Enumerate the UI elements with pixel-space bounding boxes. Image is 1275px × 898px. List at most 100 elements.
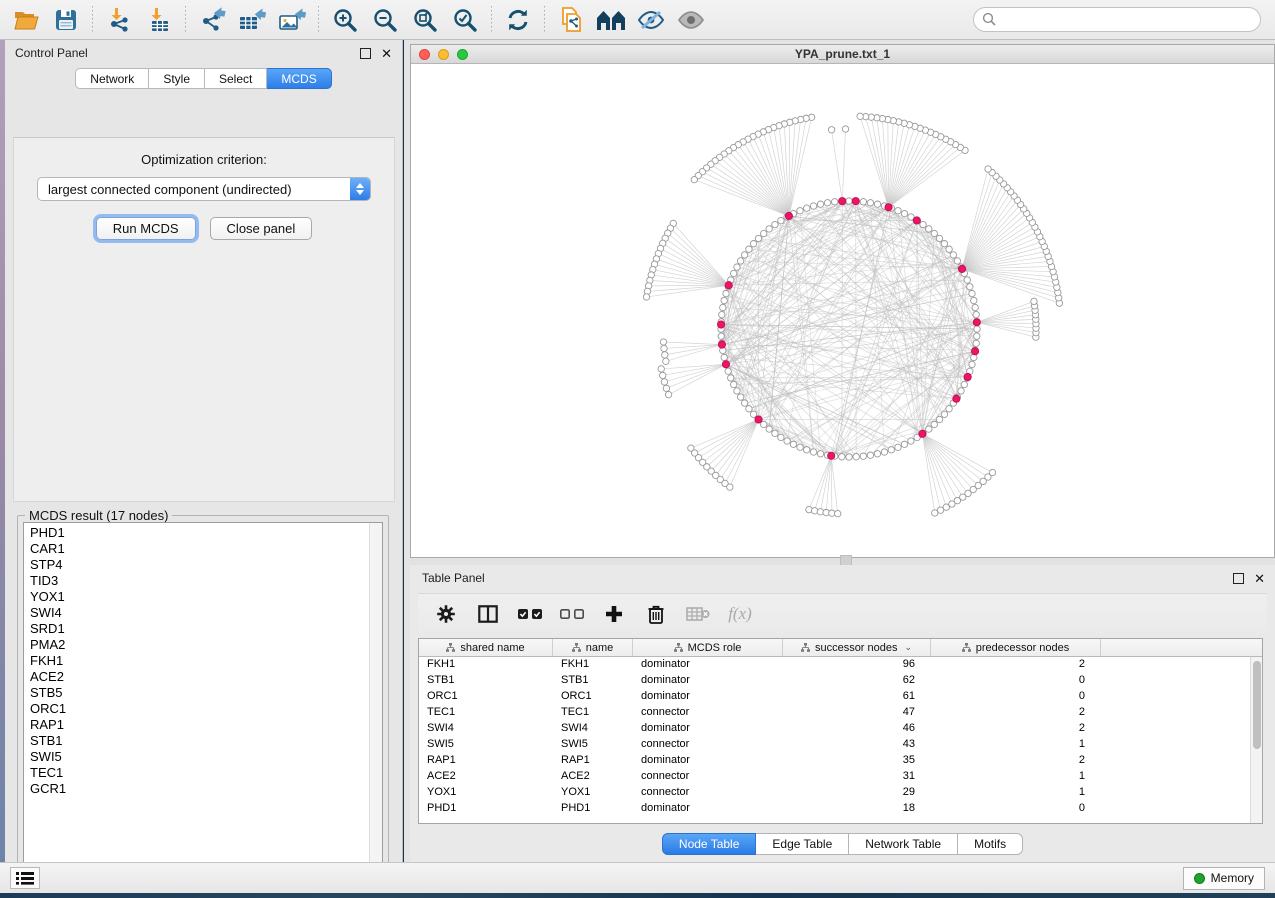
table-cell[interactable]: ACE2: [553, 769, 633, 785]
delete-table-button[interactable]: [684, 600, 712, 628]
tab-style[interactable]: Style: [149, 68, 205, 89]
horizontal-splitter[interactable]: [410, 558, 1275, 565]
table-cell[interactable]: TEC1: [419, 705, 553, 721]
mcds-result-item[interactable]: TID3: [30, 573, 369, 589]
mcds-result-item[interactable]: FKH1: [30, 653, 369, 669]
table-cell[interactable]: SWI5: [553, 737, 633, 753]
table-cell[interactable]: connector: [633, 785, 783, 801]
window-close-light[interactable]: [419, 49, 430, 60]
table-row[interactable]: ACE2ACE2connector311: [419, 769, 1262, 785]
table-cell[interactable]: FKH1: [553, 657, 633, 673]
table-cell[interactable]: YOX1: [419, 785, 553, 801]
table-cell[interactable]: 2: [931, 705, 1101, 721]
table-cell[interactable]: STB1: [419, 673, 553, 689]
table-cell[interactable]: 35: [783, 753, 931, 769]
table-cell[interactable]: connector: [633, 705, 783, 721]
column-header-shared-name[interactable]: shared name: [419, 639, 553, 656]
save-session-button[interactable]: [46, 3, 86, 37]
table-cell[interactable]: 1: [931, 785, 1101, 801]
network-window-titlebar[interactable]: YPA_prune.txt_1: [411, 45, 1274, 64]
zoom-out-button[interactable]: [365, 3, 405, 37]
table-cell[interactable]: STB1: [553, 673, 633, 689]
table-cell[interactable]: dominator: [633, 657, 783, 673]
add-column-button[interactable]: [600, 600, 628, 628]
table-cell[interactable]: 0: [931, 689, 1101, 705]
mcds-result-item[interactable]: TEC1: [30, 765, 369, 781]
show-all-button[interactable]: [671, 3, 711, 37]
table-cell[interactable]: SWI4: [553, 721, 633, 737]
mcds-result-item[interactable]: PHD1: [30, 525, 369, 541]
close-table-panel-icon[interactable]: ✕: [1254, 573, 1265, 584]
table-row[interactable]: STB1STB1dominator620: [419, 673, 1262, 689]
table-cell[interactable]: dominator: [633, 721, 783, 737]
table-cell[interactable]: 62: [783, 673, 931, 689]
mcds-result-item[interactable]: SRD1: [30, 621, 369, 637]
table-cell[interactable]: 2: [931, 753, 1101, 769]
mcds-result-item[interactable]: GCR1: [30, 781, 369, 797]
mcds-result-item[interactable]: RAP1: [30, 717, 369, 733]
table-cell[interactable]: ORC1: [553, 689, 633, 705]
table-row[interactable]: PHD1PHD1dominator180: [419, 801, 1262, 817]
table-cell[interactable]: dominator: [633, 801, 783, 817]
table-cell[interactable]: dominator: [633, 673, 783, 689]
first-neighbors-button[interactable]: [591, 3, 631, 37]
mcds-list-scrollbar[interactable]: [369, 523, 382, 871]
table-cell[interactable]: PHD1: [553, 801, 633, 817]
table-cell[interactable]: YOX1: [553, 785, 633, 801]
table-cell[interactable]: 61: [783, 689, 931, 705]
hide-selected-button[interactable]: [631, 3, 671, 37]
mcds-result-item[interactable]: SWI4: [30, 605, 369, 621]
delete-column-button[interactable]: [642, 600, 670, 628]
table-cell[interactable]: 96: [783, 657, 931, 673]
table-row[interactable]: ORC1ORC1dominator610: [419, 689, 1262, 705]
mcds-result-item[interactable]: STP4: [30, 557, 369, 573]
deselect-all-checks-button[interactable]: [558, 600, 586, 628]
select-all-checks-button[interactable]: [516, 600, 544, 628]
tab-node-table[interactable]: Node Table: [662, 833, 757, 855]
table-cell[interactable]: connector: [633, 769, 783, 785]
task-history-button[interactable]: [10, 867, 40, 889]
mcds-result-item[interactable]: ACE2: [30, 669, 369, 685]
table-cell[interactable]: ORC1: [419, 689, 553, 705]
close-panel-button[interactable]: Close panel: [210, 217, 313, 240]
table-scrollbar-thumb[interactable]: [1253, 661, 1261, 749]
column-header-successor-nodes[interactable]: successor nodes⌄: [783, 639, 931, 656]
mcds-result-item[interactable]: STB1: [30, 733, 369, 749]
run-mcds-button[interactable]: Run MCDS: [96, 217, 196, 240]
tab-edge-table[interactable]: Edge Table: [756, 833, 849, 855]
table-row[interactable]: SWI4SWI4dominator462: [419, 721, 1262, 737]
table-row[interactable]: SWI5SWI5connector431: [419, 737, 1262, 753]
open-file-button[interactable]: [6, 3, 46, 37]
table-options-gear-button[interactable]: [432, 600, 460, 628]
table-cell[interactable]: dominator: [633, 689, 783, 705]
table-cell[interactable]: 43: [783, 737, 931, 753]
tab-select[interactable]: Select: [205, 68, 267, 89]
tab-motifs[interactable]: Motifs: [958, 833, 1023, 855]
table-cell[interactable]: PHD1: [419, 801, 553, 817]
table-cell[interactable]: 47: [783, 705, 931, 721]
table-row[interactable]: FKH1FKH1dominator962: [419, 657, 1262, 673]
export-image-button[interactable]: [272, 3, 312, 37]
table-scrollbar[interactable]: [1250, 657, 1262, 823]
refresh-layout-button[interactable]: [498, 3, 538, 37]
table-cell[interactable]: dominator: [633, 753, 783, 769]
zoom-selected-button[interactable]: [445, 3, 485, 37]
table-cell[interactable]: SWI5: [419, 737, 553, 753]
table-cell[interactable]: 29: [783, 785, 931, 801]
split-columns-button[interactable]: [474, 600, 502, 628]
window-maximize-light[interactable]: [457, 49, 468, 60]
export-network-button[interactable]: [192, 3, 232, 37]
mcds-result-item[interactable]: STB5: [30, 685, 369, 701]
export-table-button[interactable]: [232, 3, 272, 37]
mcds-result-item[interactable]: CAR1: [30, 541, 369, 557]
import-table-button[interactable]: [139, 3, 179, 37]
float-panel-button[interactable]: [360, 48, 371, 59]
table-cell[interactable]: SWI4: [419, 721, 553, 737]
sort-indicator-icon[interactable]: ⌄: [905, 642, 913, 653]
column-header-predecessor-nodes[interactable]: predecessor nodes: [931, 639, 1101, 656]
column-header-MCDS-role[interactable]: MCDS role: [633, 639, 783, 656]
mcds-result-item[interactable]: SWI5: [30, 749, 369, 765]
zoom-in-button[interactable]: [325, 3, 365, 37]
mcds-result-list[interactable]: PHD1CAR1STP4TID3YOX1SWI4SRD1PMA2FKH1ACE2…: [24, 523, 369, 871]
zoom-fit-button[interactable]: [405, 3, 445, 37]
